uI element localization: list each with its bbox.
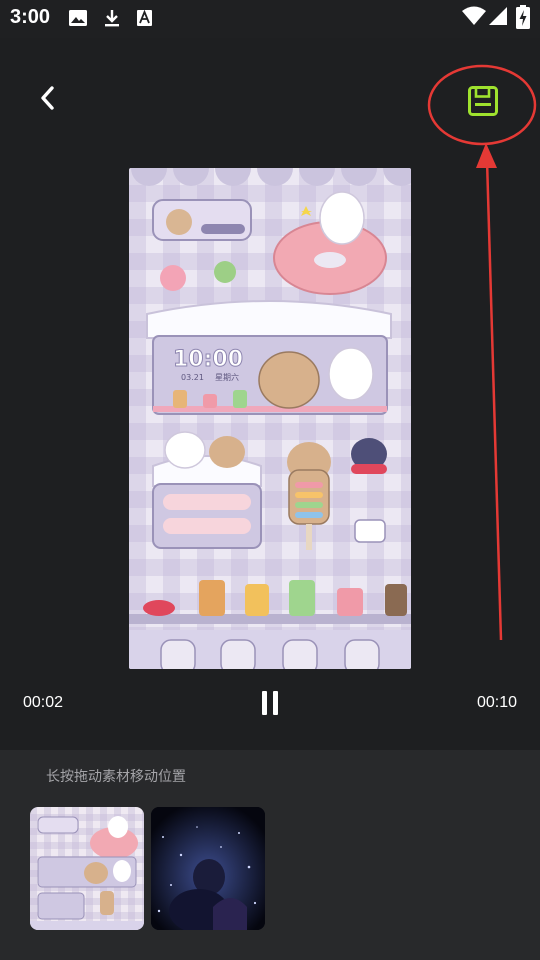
status-time: 3:00 — [10, 6, 51, 28]
font-a-icon — [135, 8, 155, 32]
materials-panel: 长按拖动素材移动位置 — [0, 750, 540, 960]
save-button[interactable] — [458, 76, 508, 126]
pause-button[interactable] — [255, 686, 285, 720]
preview-artwork: 10:00 03.21 星期六 — [129, 168, 411, 669]
image-icon — [68, 8, 88, 32]
status-bar: 3:00 — [0, 0, 540, 38]
wallpaper-preview[interactable]: 10:00 03.21 星期六 — [129, 168, 411, 669]
material-thumbnail-2[interactable] — [151, 807, 265, 930]
battery-charging-icon — [516, 5, 530, 33]
drag-hint: 长按拖动素材移动位置 — [46, 769, 186, 785]
material-thumbnail-1[interactable] — [30, 807, 144, 930]
preview-clock-date: 03.21 — [181, 373, 204, 382]
preview-clock-weekday: 星期六 — [215, 372, 239, 382]
wifi-icon — [462, 6, 486, 30]
back-button[interactable] — [28, 78, 68, 118]
current-time: 00:02 — [23, 694, 64, 711]
signal-icon — [488, 6, 508, 30]
thumbnail-1-image — [30, 816, 144, 930]
back-arrow-icon — [41, 86, 54, 110]
preview-clock-time: 10:00 — [173, 347, 243, 372]
download-icon — [102, 8, 122, 32]
thumbnail-2-image — [151, 807, 265, 930]
total-time: 00:10 — [476, 694, 517, 711]
pause-icon — [262, 691, 267, 715]
save-floppy-icon — [468, 86, 498, 116]
